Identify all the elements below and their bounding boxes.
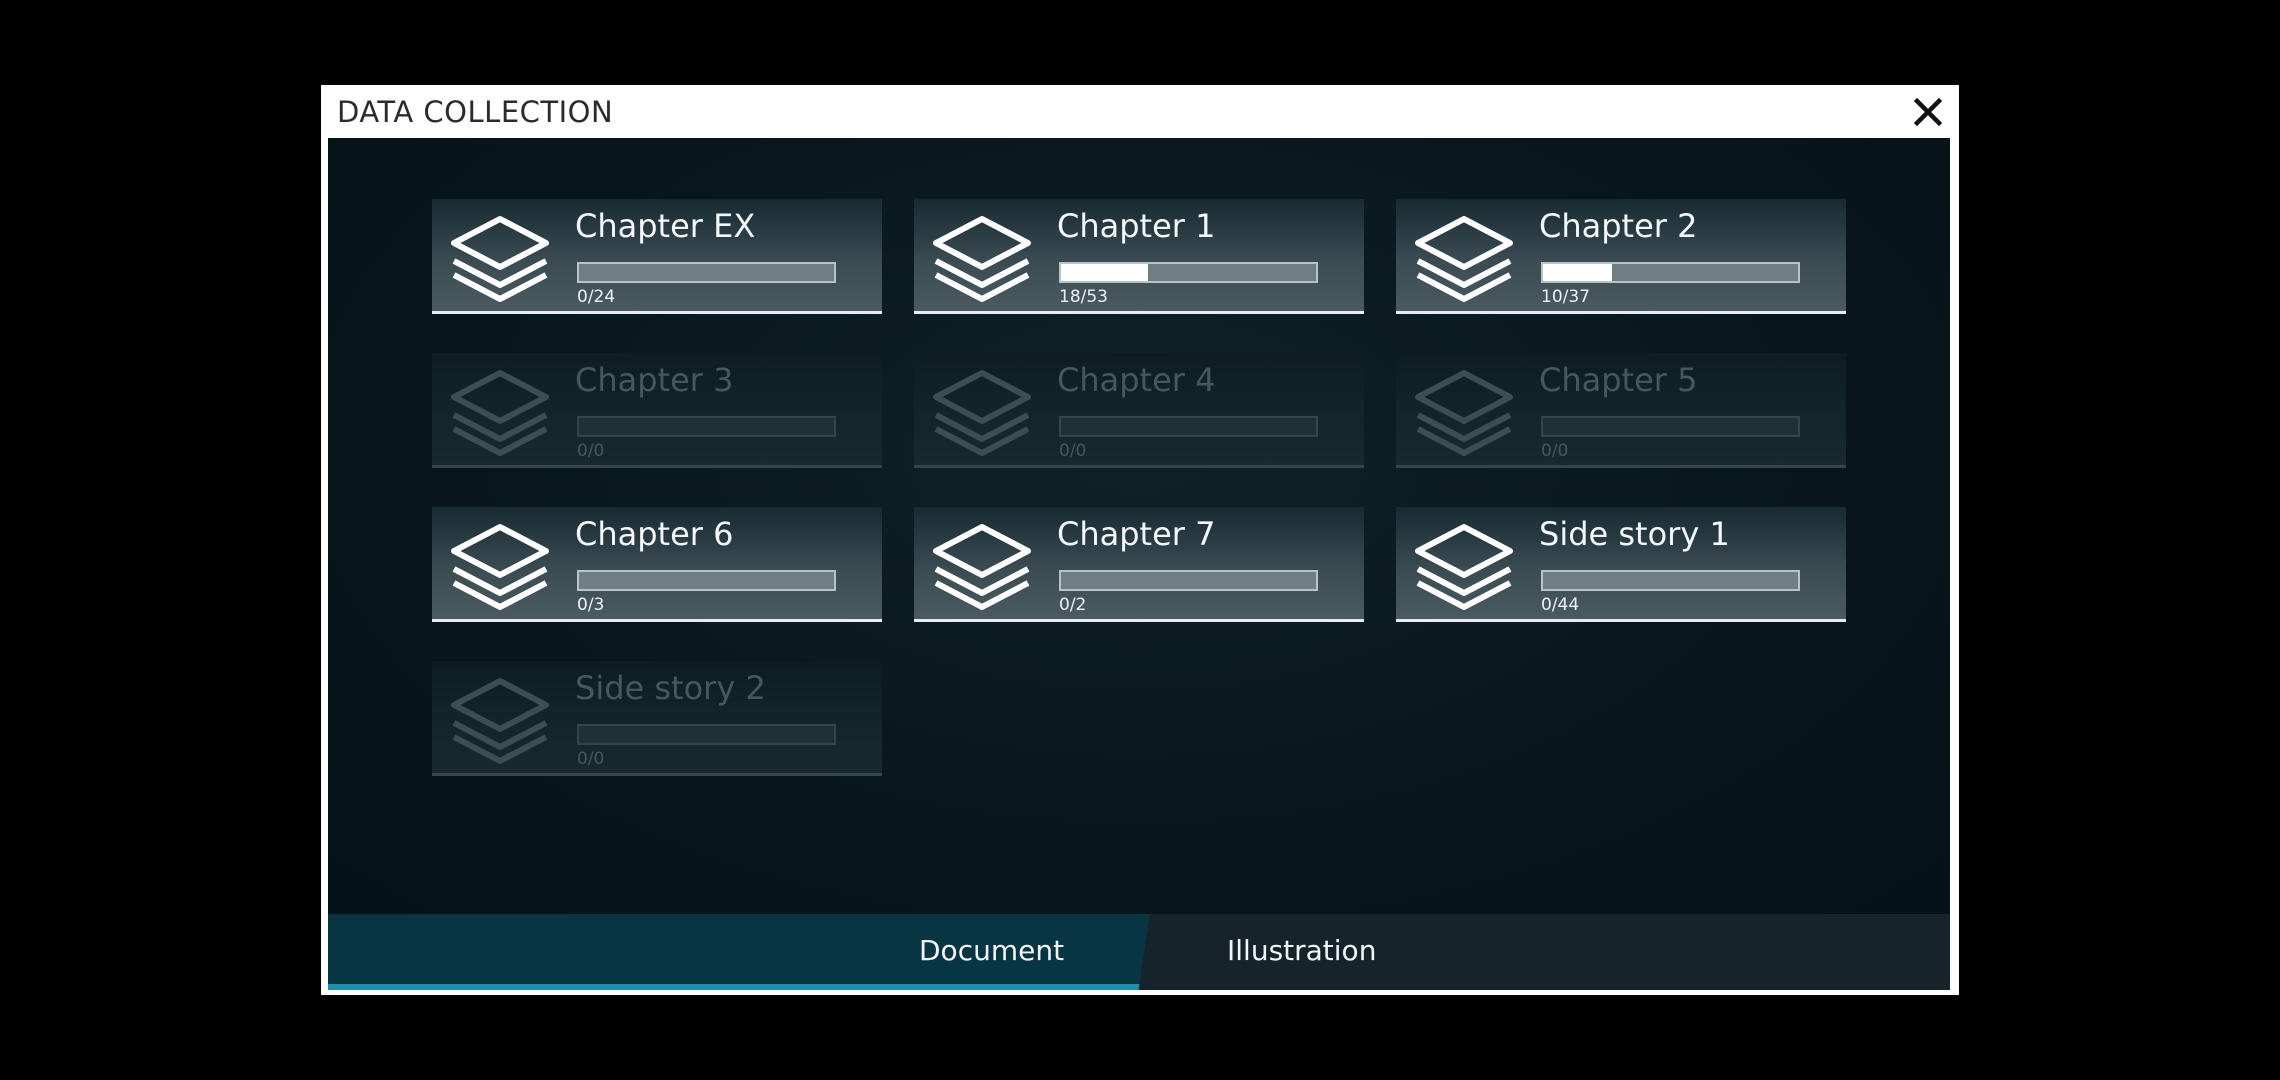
chapter-name: Side story 1 (1539, 515, 1730, 553)
chapter-name: Chapter 7 (1057, 515, 1216, 553)
tab-illustration-label: Illustration (1227, 934, 1377, 967)
chapter-count: 0/24 (577, 287, 616, 307)
close-button[interactable] (1909, 93, 1947, 131)
tab-document-label: Document (919, 934, 1065, 967)
chapter-card[interactable]: Side story 2 0/0 (432, 661, 882, 776)
chapter-name: Chapter 5 (1539, 361, 1698, 399)
layers-icon (450, 673, 550, 773)
chapter-card[interactable]: Side story 1 0/44 (1396, 507, 1846, 622)
data-collection-dialog: DATA COLLECTION Chapter EX 0/24 Chapter 1 1… (321, 85, 1959, 995)
chapter-count: 0/2 (1059, 595, 1087, 615)
tab-active-indicator (328, 984, 1150, 990)
chapter-card[interactable]: Chapter 2 10/37 (1396, 199, 1846, 314)
layers-icon (932, 519, 1032, 619)
chapter-name: Chapter 2 (1539, 207, 1698, 245)
layers-icon (1414, 365, 1514, 465)
chapter-count: 0/0 (577, 441, 605, 461)
chapter-progress-bar (1541, 570, 1800, 591)
chapter-progress-fill (1543, 264, 1612, 281)
chapter-card[interactable]: Chapter 6 0/3 (432, 507, 882, 622)
chapter-count: 18/53 (1059, 287, 1108, 307)
chapter-card[interactable]: Chapter 3 0/0 (432, 353, 882, 468)
layers-icon (932, 365, 1032, 465)
chapter-count: 0/0 (1059, 441, 1087, 461)
chapter-name: Chapter 1 (1057, 207, 1216, 245)
chapter-card[interactable]: Chapter 1 18/53 (914, 199, 1364, 314)
chapter-progress-bar (1541, 262, 1800, 283)
chapter-progress-bar (577, 262, 836, 283)
close-icon (1913, 97, 1943, 127)
chapter-progress-bar (1059, 570, 1318, 591)
chapter-count: 0/44 (1541, 595, 1580, 615)
chapter-name: Side story 2 (575, 669, 766, 707)
chapter-count: 0/3 (577, 595, 605, 615)
tab-document[interactable]: Document (328, 914, 1150, 990)
chapter-name: Chapter EX (575, 207, 756, 245)
layers-icon (450, 519, 550, 619)
chapter-count: 0/0 (577, 749, 605, 769)
chapter-progress-bar (1541, 416, 1800, 437)
tab-bar: Document Illustration (328, 914, 1950, 990)
layers-icon (1414, 519, 1514, 619)
chapter-name: Chapter 6 (575, 515, 734, 553)
layers-icon (450, 211, 550, 311)
chapter-progress-bar (1059, 416, 1318, 437)
chapter-card[interactable]: Chapter 7 0/2 (914, 507, 1364, 622)
tab-illustration[interactable]: Illustration (1150, 914, 1450, 990)
chapter-card[interactable]: Chapter 5 0/0 (1396, 353, 1846, 468)
chapter-progress-bar (577, 570, 836, 591)
chapter-progress-bar (577, 724, 836, 745)
chapter-progress-fill (1061, 264, 1148, 281)
dialog-title: DATA COLLECTION (337, 95, 614, 129)
chapter-progress-bar (1059, 262, 1318, 283)
chapter-count: 10/37 (1541, 287, 1590, 307)
layers-icon (1414, 211, 1514, 311)
chapter-name: Chapter 4 (1057, 361, 1216, 399)
chapter-progress-bar (577, 416, 836, 437)
chapter-card[interactable]: Chapter EX 0/24 (432, 199, 882, 314)
chapter-grid: Chapter EX 0/24 Chapter 1 18/53 Chapter 2 10/… (328, 138, 1950, 914)
layers-icon (932, 211, 1032, 311)
dialog-titlebar: DATA COLLECTION (321, 85, 1959, 138)
chapter-name: Chapter 3 (575, 361, 734, 399)
layers-icon (450, 365, 550, 465)
chapter-count: 0/0 (1541, 441, 1569, 461)
chapter-card[interactable]: Chapter 4 0/0 (914, 353, 1364, 468)
